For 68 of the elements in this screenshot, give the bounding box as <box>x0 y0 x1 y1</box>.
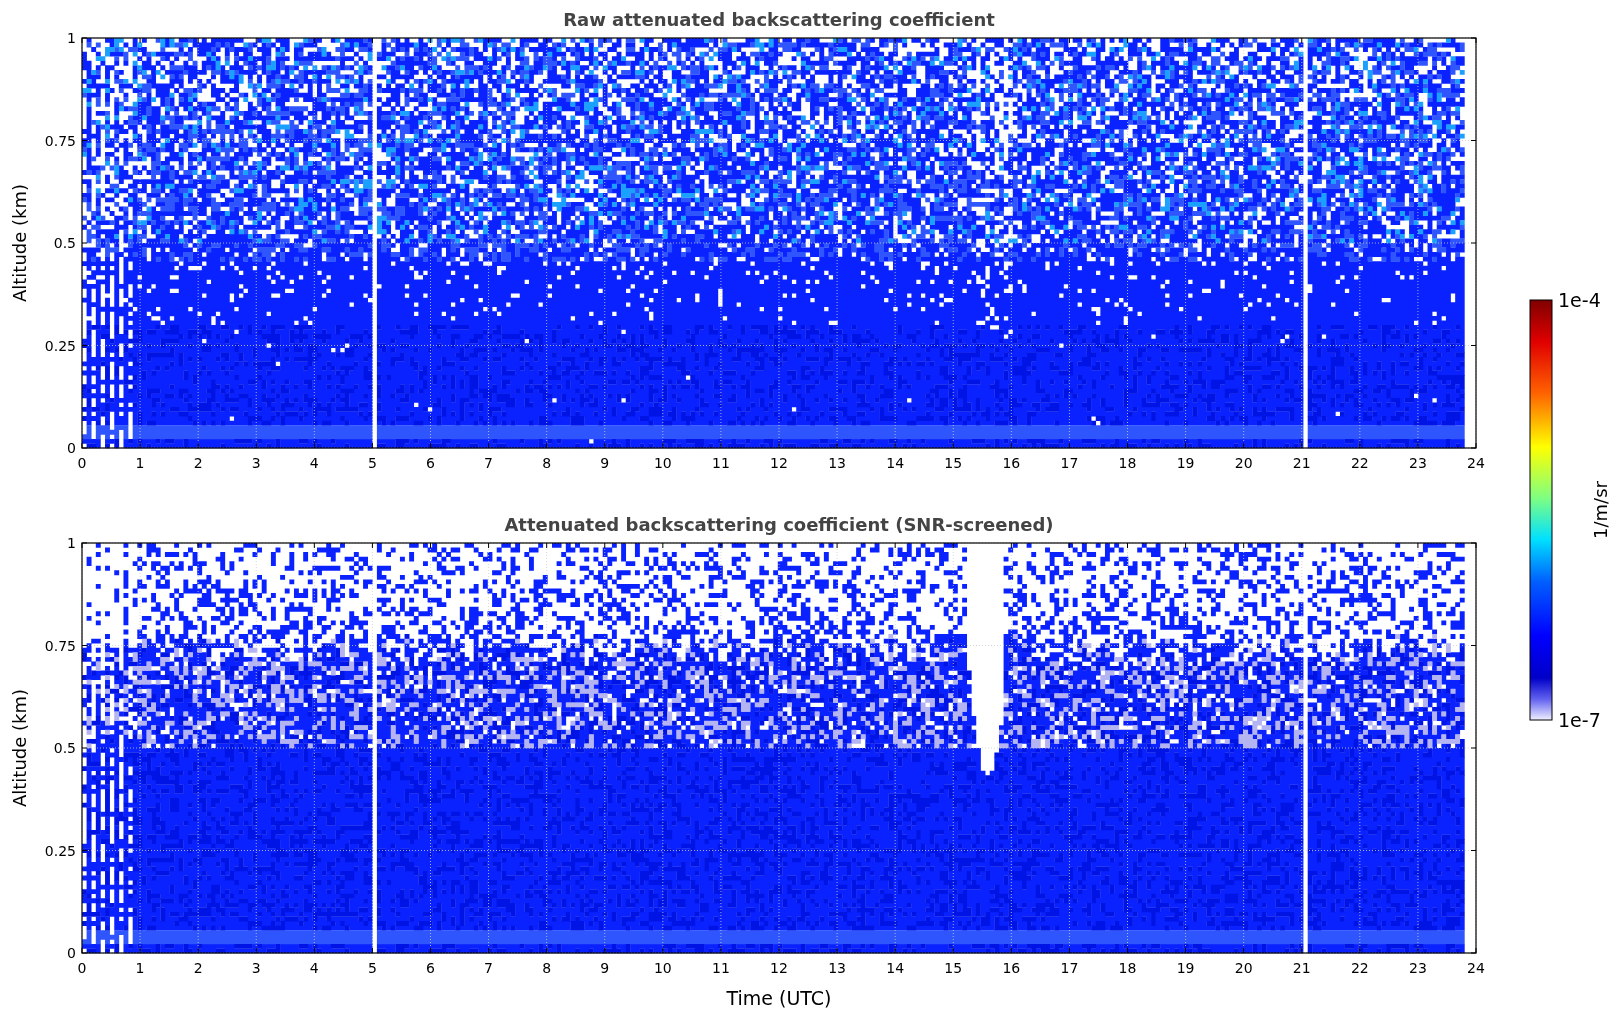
tick-label: 15 <box>944 455 963 471</box>
tick-label: 9 <box>600 455 610 471</box>
tick-label: 15 <box>944 960 963 976</box>
tick-label: 2 <box>193 960 203 976</box>
axis-label: Altitude (km) <box>9 688 30 808</box>
tick-label: 5 <box>367 960 377 976</box>
tick-label: 3 <box>251 455 261 471</box>
tick-label: 1 <box>67 30 76 46</box>
tick-label: 7 <box>484 455 494 471</box>
tick-label: 18 <box>1118 960 1137 976</box>
tick-label: 20 <box>1234 455 1253 471</box>
tick-label: 18 <box>1118 455 1137 471</box>
tick-label: 24 <box>1467 960 1485 976</box>
tick-label: 14 <box>886 960 905 976</box>
tick-label: 12 <box>770 455 788 471</box>
tick-label: 22 <box>1350 960 1369 976</box>
tick-label: 0.75 <box>44 132 76 149</box>
axis-label: 1/m/sr <box>1590 481 1611 539</box>
tick-label: 22 <box>1350 455 1369 471</box>
tick-label: 9 <box>600 960 610 976</box>
tick-label: 4 <box>309 455 319 471</box>
tick-label: 13 <box>828 455 846 471</box>
plot-title: Attenuated backscattering coefficient (SNR-screened) <box>504 514 1054 535</box>
tick-label: 1 <box>135 960 145 976</box>
tick-label: 1 <box>135 455 145 471</box>
tick-label: 16 <box>1002 455 1021 471</box>
tick-label: 2 <box>193 455 203 471</box>
axis-label: Altitude (km) <box>9 183 30 303</box>
tick-label: 5 <box>367 455 377 471</box>
tick-label: 6 <box>426 455 435 471</box>
axis-label: Time (UTC) <box>726 987 832 1009</box>
tick-label: 12 <box>770 960 788 976</box>
tick-label: 3 <box>251 960 261 976</box>
tick-label: 0.25 <box>44 842 76 859</box>
tick-label: 23 <box>1409 455 1427 471</box>
tick-label: 19 <box>1176 455 1195 471</box>
tick-label: 10 <box>653 455 672 471</box>
tick-label: 0.5 <box>53 235 76 251</box>
tick-label: 8 <box>542 455 552 471</box>
tick-label: 0.75 <box>44 637 76 654</box>
tick-label: 8 <box>542 960 552 976</box>
tick-label: 6 <box>426 960 435 976</box>
tick-label: 13 <box>828 960 846 976</box>
tick-label: 21 <box>1292 960 1311 976</box>
tick-label: 23 <box>1409 960 1427 976</box>
tick-label: 0 <box>77 455 87 471</box>
tick-label: 0 <box>67 945 76 961</box>
tick-label: 4 <box>309 960 319 976</box>
tick-label: 24 <box>1467 455 1485 471</box>
tick-label: 17 <box>1060 960 1079 976</box>
plot-title: Raw attenuated backscattering coefficient <box>563 9 995 30</box>
tick-label: 19 <box>1176 960 1195 976</box>
tick-label: 1 <box>67 535 76 551</box>
tick-label: 17 <box>1060 455 1079 471</box>
tick-label: 7 <box>484 960 494 976</box>
tick-label: 16 <box>1002 960 1021 976</box>
tick-label: 21 <box>1292 455 1311 471</box>
tick-label: 20 <box>1234 960 1253 976</box>
tick-label: 0 <box>77 960 87 976</box>
tick-label: 10 <box>653 960 672 976</box>
tick-label: 11 <box>712 960 730 976</box>
tick-label: 1e-4 <box>1558 290 1601 311</box>
tick-label: 14 <box>886 455 905 471</box>
tick-label: 0.5 <box>53 740 76 756</box>
tick-label: 0.25 <box>44 337 76 354</box>
tick-label: 1e-7 <box>1558 709 1601 730</box>
tick-label: 11 <box>712 455 730 471</box>
tick-label: 0 <box>67 440 76 456</box>
